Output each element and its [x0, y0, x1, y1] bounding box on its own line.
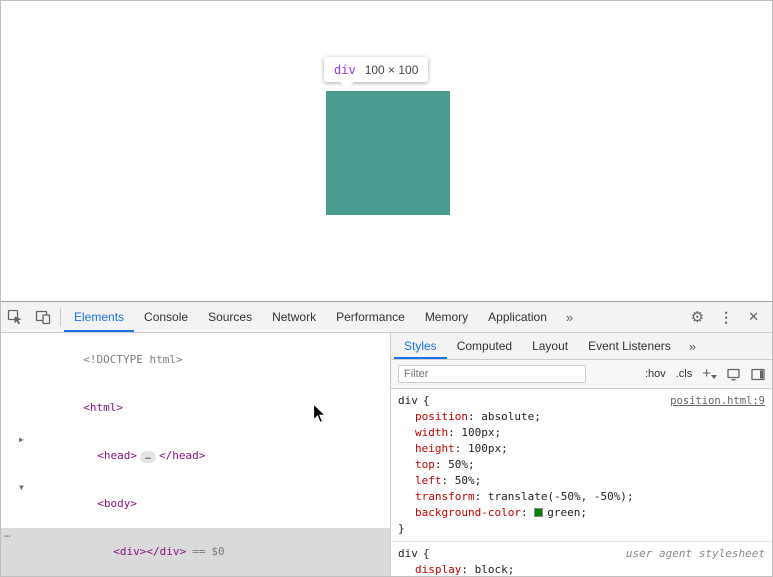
rule-header: div{ user agent stylesheet	[398, 546, 765, 562]
devtools-toolbar: Elements Console Sources Network Perform…	[1, 302, 772, 333]
head-node[interactable]: ▶<head>…</head>	[1, 432, 390, 480]
tab-console[interactable]: Console	[134, 302, 198, 332]
close-devtools-icon[interactable]: ✕	[748, 309, 759, 325]
tab-styles[interactable]: Styles	[394, 333, 447, 359]
inspect-cursor-icon	[7, 309, 23, 325]
new-style-rule-button[interactable]: +	[702, 368, 717, 380]
css-property-display[interactable]: displayblock	[398, 562, 765, 576]
sidebar-tabs: Styles Computed Layout Event Listeners »	[391, 333, 772, 360]
css-rules-list: div{ position.html:9 positionabsolute wi…	[391, 389, 772, 576]
settings-gear-icon[interactable]: ⚙	[691, 308, 704, 326]
tab-sources[interactable]: Sources	[198, 302, 262, 332]
color-swatch[interactable]	[534, 508, 543, 517]
tooltip-caret	[340, 82, 354, 88]
dollar-zero-marker: $0	[211, 545, 224, 558]
rule-selector[interactable]: div	[398, 393, 418, 409]
tab-event-listeners[interactable]: Event Listeners	[578, 333, 681, 359]
device-toolbar-icon	[35, 309, 51, 325]
page-viewport: div 100 × 100	[1, 1, 772, 301]
more-sidebar-tabs-button[interactable]: »	[681, 333, 704, 359]
styles-filter-input[interactable]	[398, 365, 586, 383]
tab-computed[interactable]: Computed	[447, 333, 522, 359]
collapse-arrow-icon[interactable]: ▼	[19, 480, 24, 496]
element-size-tooltip: div 100 × 100	[324, 57, 428, 82]
body-node[interactable]: ▼<body>	[1, 480, 390, 528]
css-property-position[interactable]: positionabsolute	[398, 409, 765, 425]
css-property-transform[interactable]: transformtranslate(-50%, -50%)	[398, 489, 765, 505]
tab-application[interactable]: Application	[478, 302, 557, 332]
tab-network[interactable]: Network	[262, 302, 326, 332]
toggle-element-state-button[interactable]: :hov	[645, 368, 666, 380]
menu-kebab-icon[interactable]: ⋮	[719, 309, 733, 326]
rule-close-brace: }	[398, 521, 765, 537]
css-rule-user-agent: div{ user agent stylesheet displayblock …	[391, 542, 772, 576]
tooltip-tag-name: div	[334, 63, 356, 77]
user-agent-stylesheet-label: user agent stylesheet	[626, 546, 765, 562]
toolbar-right-controls: ⚙ ⋮ ✕	[691, 302, 772, 332]
stylesheet-source-link[interactable]: position.html:9	[670, 393, 765, 409]
rule-selector[interactable]: div	[398, 546, 418, 562]
doctype-node[interactable]: <!DOCTYPE html>	[1, 336, 390, 384]
element-classes-button[interactable]: .cls	[676, 368, 693, 380]
mouse-cursor	[312, 403, 328, 425]
tab-performance[interactable]: Performance	[326, 302, 415, 332]
rendering-panels-icon[interactable]	[727, 368, 741, 381]
css-rule-matched: div{ position.html:9 positionabsolute wi…	[391, 389, 772, 542]
tab-memory[interactable]: Memory	[415, 302, 478, 332]
browser-window: div 100 × 100 Elements	[0, 0, 773, 577]
css-property-top[interactable]: top50%	[398, 457, 765, 473]
tab-layout[interactable]: Layout	[522, 333, 578, 359]
html-open-node[interactable]: <html>	[1, 384, 390, 432]
expand-arrow-icon[interactable]: ▶	[19, 432, 24, 448]
styles-toolbar: :hov .cls +	[391, 360, 772, 389]
sidebar-toggle-icon[interactable]	[751, 368, 765, 381]
expand-children-button[interactable]: …	[140, 451, 156, 463]
css-property-left[interactable]: left50%	[398, 473, 765, 489]
css-property-height[interactable]: height100px	[398, 441, 765, 457]
devtools-content: <!DOCTYPE html> <html> ▶<head>…</head> ▼…	[1, 333, 772, 576]
css-property-width[interactable]: width100px	[398, 425, 765, 441]
more-tabs-button[interactable]: »	[557, 302, 582, 332]
toolbar-separator	[60, 308, 61, 326]
device-toolbar-button[interactable]	[29, 302, 57, 332]
div-node-selected[interactable]: …<div></div>==$0	[1, 528, 390, 576]
node-options-dots[interactable]: …	[4, 526, 12, 542]
rule-header: div{ position.html:9	[398, 393, 765, 409]
inspect-element-button[interactable]	[1, 302, 29, 332]
inspected-element-highlight[interactable]	[326, 91, 450, 215]
css-property-background-color[interactable]: background-colorgreen	[398, 505, 765, 521]
tooltip-dimensions: 100 × 100	[365, 63, 419, 77]
devtools-tabs: Elements Console Sources Network Perform…	[64, 302, 582, 332]
styles-sidebar: Styles Computed Layout Event Listeners »…	[391, 333, 772, 576]
dom-tree-pane: <!DOCTYPE html> <html> ▶<head>…</head> ▼…	[1, 333, 391, 576]
devtools-panel: Elements Console Sources Network Perform…	[1, 301, 772, 576]
tab-elements[interactable]: Elements	[64, 302, 134, 332]
equals-marker: ==	[192, 545, 205, 558]
